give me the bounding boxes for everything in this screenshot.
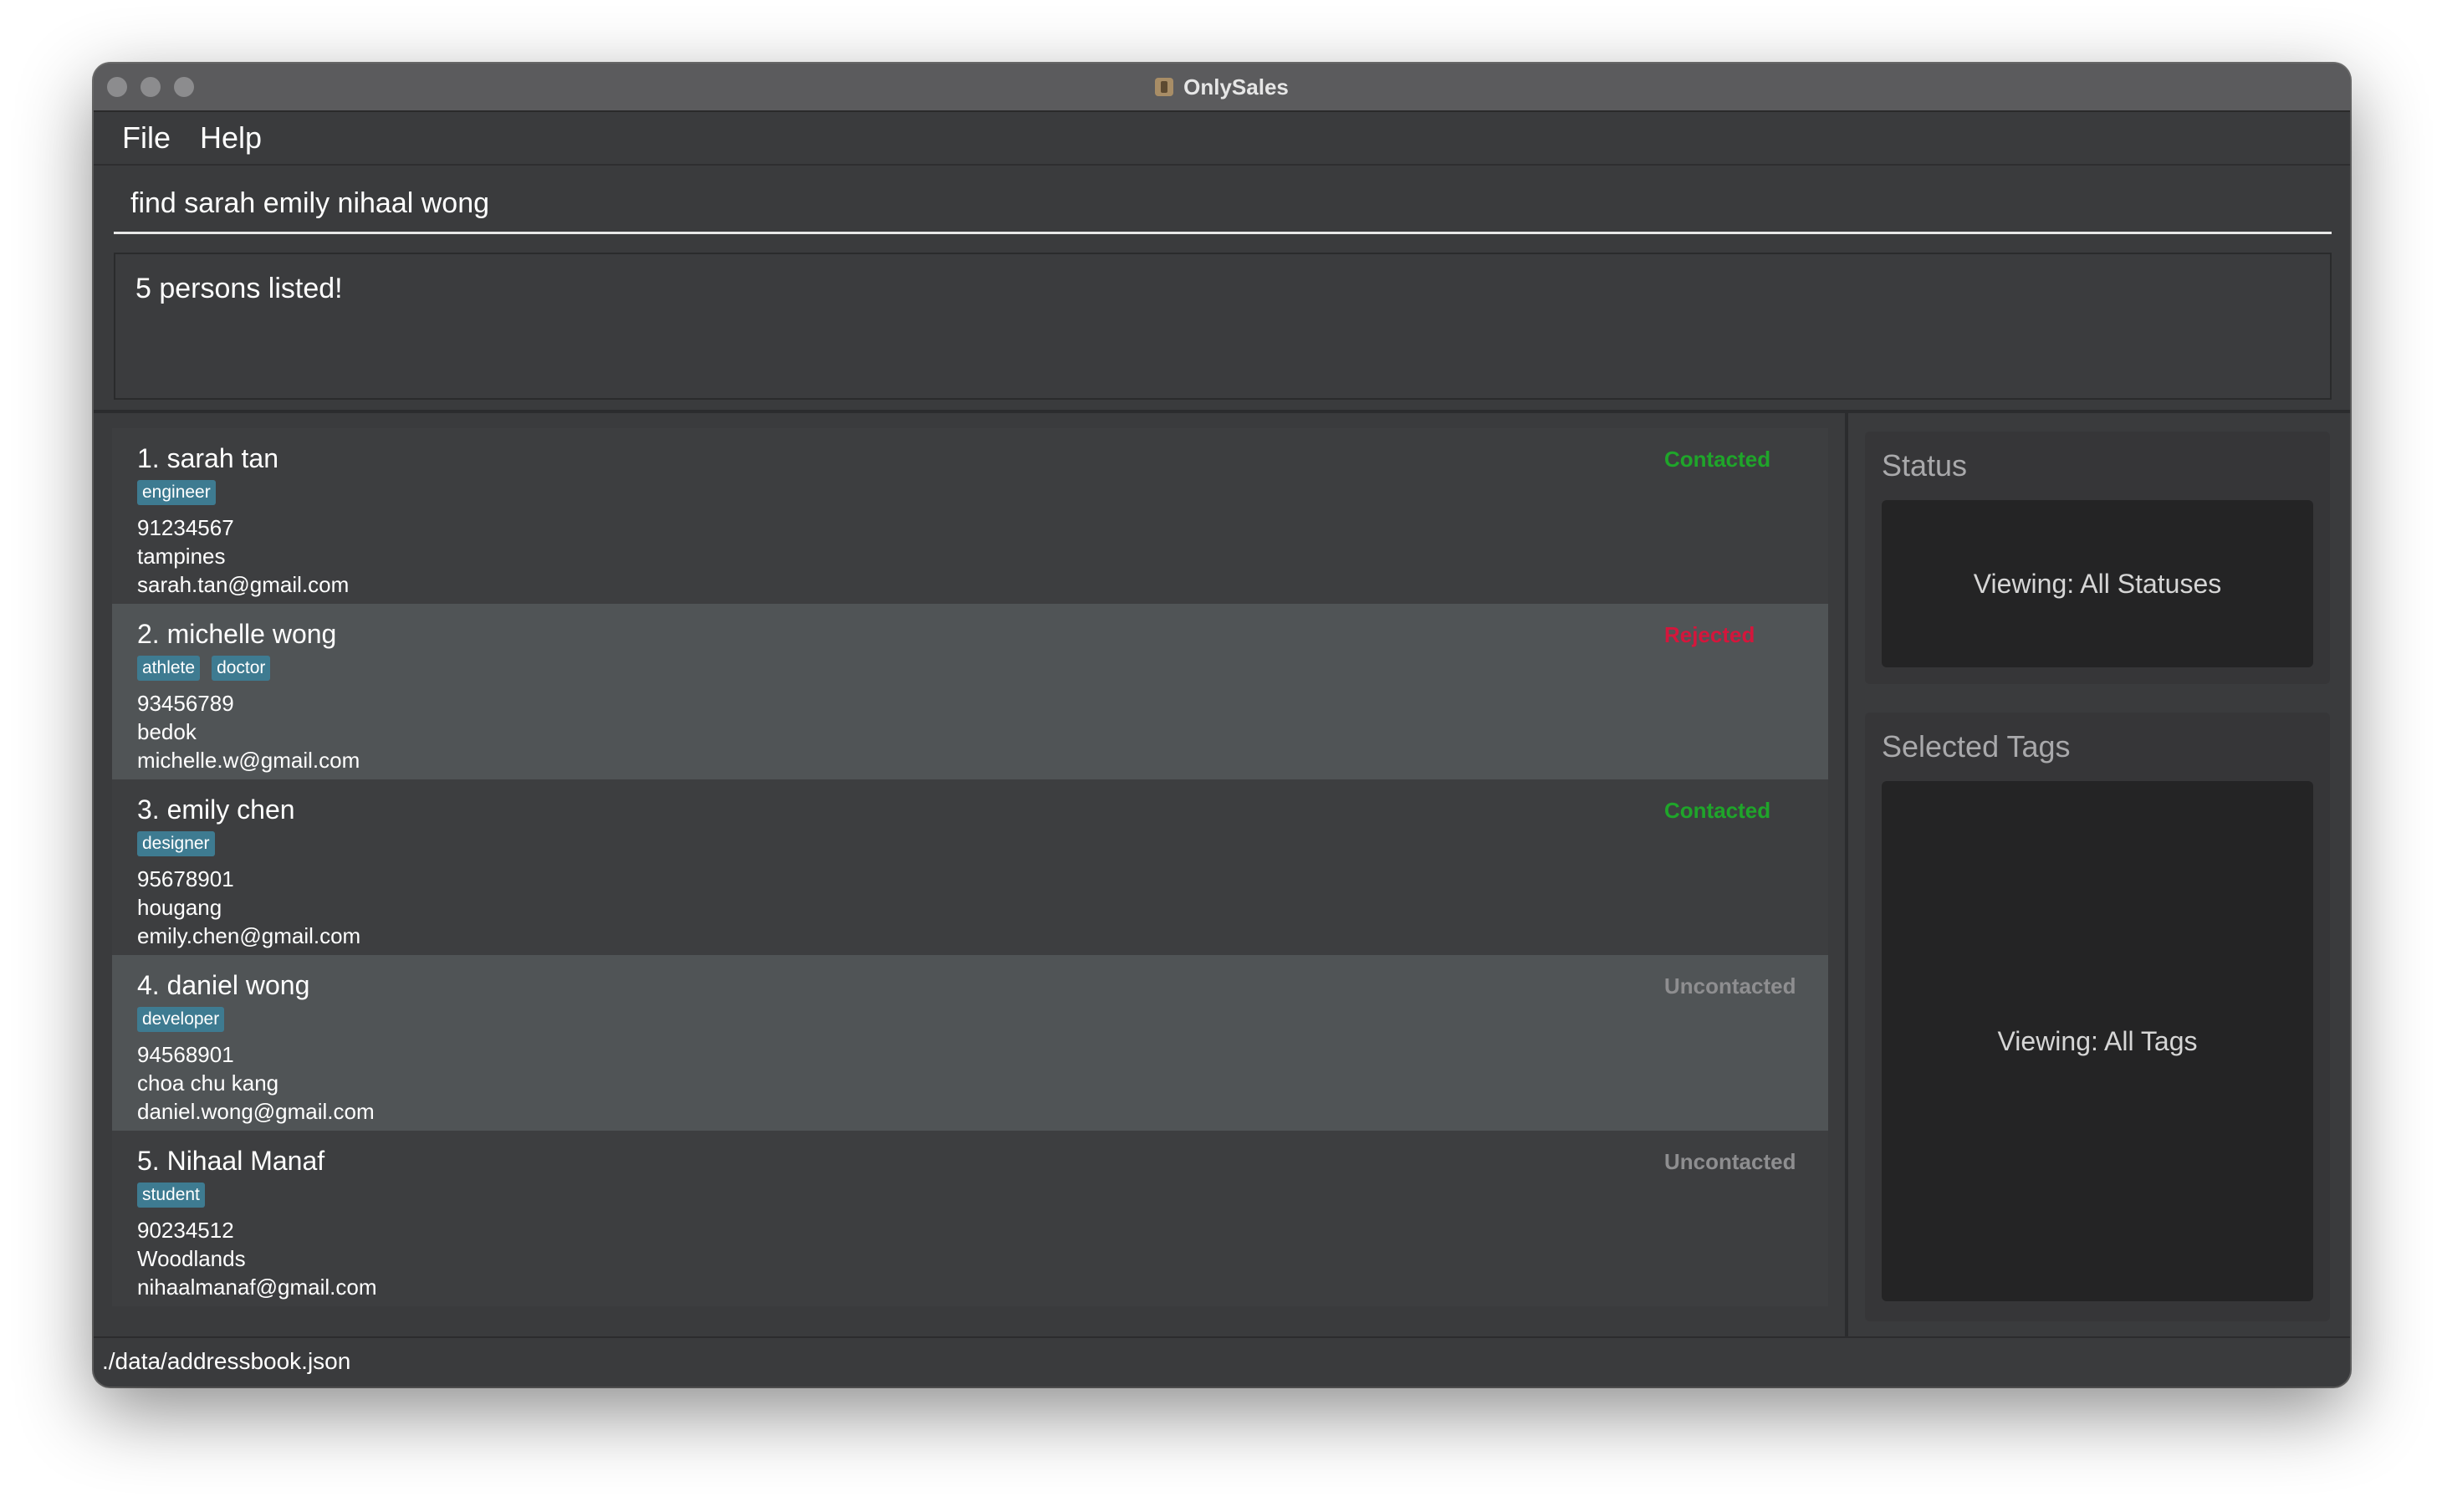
person-name: 1. sarah tan [137,443,278,473]
person-status: Uncontacted [1664,973,1796,999]
menu-bar: File Help [94,112,2350,166]
tag-badge: designer [137,831,215,856]
title-bar[interactable]: OnlySales [94,64,2350,112]
app-icon [1155,78,1174,96]
tags-viewing-box[interactable]: Viewing: All Tags [1882,781,2313,1301]
person-name: 3. emily chen [137,794,295,825]
person-email: emily.chen@gmail.com [137,923,361,948]
selected-tags-title: Selected Tags [1882,729,2071,764]
person-phone: 95678901 [137,866,234,891]
person-email: michelle.w@gmail.com [137,748,360,773]
window-title-group: OnlySales [94,64,2350,110]
tag-badge: doctor [212,656,271,681]
selected-tags-panel: Selected Tags Viewing: All Tags [1865,713,2330,1321]
person-status: Uncontacted [1664,1149,1796,1174]
person-address: Woodlands [137,1246,246,1271]
split-pane-divider[interactable] [1845,413,1848,1387]
window-title: OnlySales [1183,74,1289,100]
result-display: 5 persons listed! [114,253,2332,400]
person-email: nihaalmanaf@gmail.com [137,1274,377,1300]
status-viewing-box[interactable]: Viewing: All Statuses [1882,500,2313,667]
person-address: choa chu kang [137,1070,279,1096]
person-tags: student [137,1183,205,1208]
person-email: daniel.wong@gmail.com [137,1099,375,1124]
person-tags: engineer [137,480,216,505]
command-input-box[interactable]: find sarah emily nihaal wong [114,171,2332,234]
person-phone: 90234512 [137,1218,234,1243]
horizontal-divider[interactable] [94,410,2350,413]
tag-badge: developer [137,1007,225,1032]
tags-viewing-text: Viewing: All Tags [1997,1025,2198,1056]
person-name: 2. michelle wong [137,619,337,649]
person-tags: athlete doctor [137,656,271,681]
person-phone: 94568901 [137,1042,234,1067]
file-path: ./data/addressbook.json [102,1348,351,1374]
person-phone: 91234567 [137,515,234,540]
person-address: bedok [137,719,197,744]
menu-file[interactable]: File [122,120,171,156]
tag-badge: athlete [137,656,201,681]
app-window: OnlySales File Help find sarah emily nih… [94,64,2350,1387]
status-panel-title: Status [1882,448,1968,483]
status-bar: ./data/addressbook.json [94,1336,2350,1387]
result-message: 5 persons listed! [135,273,343,304]
person-address: hougang [137,895,222,920]
person-card[interactable]: 1. sarah tan engineer 91234567 tampines sara… [112,428,1828,604]
status-viewing-text: Viewing: All Statuses [1973,568,2222,599]
person-email: sarah.tan@gmail.com [137,572,350,597]
person-list: 1. sarah tan engineer 91234567 tampines sara… [112,428,1828,1373]
status-panel: Status Viewing: All Statuses [1865,432,2330,684]
person-card[interactable]: 3. emily chen designer 95678901 hougang emil… [112,779,1828,955]
person-status: Contacted [1664,447,1771,472]
command-input[interactable]: find sarah emily nihaal wong [130,187,489,220]
menu-help[interactable]: Help [200,120,262,156]
person-card[interactable]: 2. michelle wong athlete doctor 93456789 bed… [112,604,1828,779]
person-name: 4. daniel wong [137,970,310,1000]
tag-badge: student [137,1183,205,1208]
person-card[interactable]: 5. Nihaal Manaf student 90234512 Woodlands n… [112,1131,1828,1306]
person-status: Rejected [1664,622,1755,647]
person-tags: designer [137,831,215,856]
tag-badge: engineer [137,480,216,505]
person-status: Contacted [1664,798,1771,823]
person-address: tampines [137,544,226,569]
person-card[interactable]: 4. daniel wong developer 94568901 choa chu … [112,955,1828,1131]
person-name: 5. Nihaal Manaf [137,1146,325,1176]
person-phone: 93456789 [137,691,234,716]
person-tags: developer [137,1007,225,1032]
